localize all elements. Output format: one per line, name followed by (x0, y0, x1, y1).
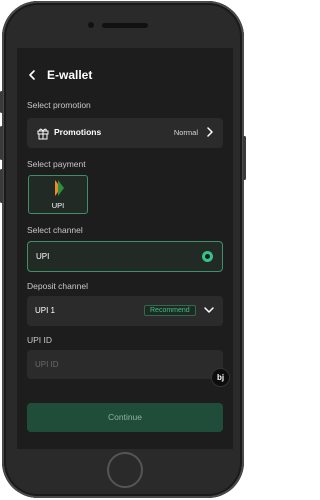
payment-option-upi[interactable]: UPI (28, 175, 88, 214)
upi-id-input[interactable]: UPI ID (27, 350, 223, 379)
select-channel-label: Select channel (27, 225, 83, 235)
phone-side-button (0, 91, 3, 113)
phone-frame: E-wallet Select promotion Promotions Nor… (0, 1, 246, 498)
deposit-channel-dropdown[interactable]: UPI 1 Recommend (27, 296, 223, 326)
deposit-channel-value: UPI 1 (35, 306, 56, 315)
upi-id-placeholder: UPI ID (35, 360, 59, 369)
recommend-badge: Recommend (144, 305, 196, 316)
channel-option-upi[interactable]: UPI (27, 241, 223, 272)
promotion-label: Promotions (54, 127, 102, 137)
channel-label: UPI (36, 252, 50, 261)
gift-icon (36, 126, 50, 140)
radio-selected-icon[interactable] (202, 251, 213, 262)
speaker-grille (102, 23, 148, 28)
promotion-value: Normal (173, 128, 198, 137)
app-screen: E-wallet Select promotion Promotions Nor… (17, 48, 233, 449)
home-button[interactable] (107, 452, 143, 488)
chevron-down-icon (203, 303, 215, 320)
phone-volume-down-button (0, 169, 3, 203)
payment-option-label: UPI (51, 201, 65, 210)
select-payment-label: Select payment (27, 159, 86, 169)
phone-volume-up-button (0, 126, 3, 160)
chevron-left-icon[interactable] (27, 66, 41, 84)
upi-id-label: UPI ID (27, 335, 53, 345)
deposit-channel-label: Deposit channel (27, 281, 88, 291)
page-title: E-wallet (47, 68, 93, 82)
promotion-selector[interactable]: Promotions Normal (27, 118, 223, 148)
header: E-wallet (17, 66, 233, 84)
select-promotion-label: Select promotion (27, 100, 91, 110)
chevron-right-icon (206, 125, 214, 142)
phone-power-button (243, 136, 246, 180)
upi-logo-icon (53, 180, 65, 197)
continue-button[interactable]: Continue (27, 403, 223, 432)
camera-icon (88, 22, 94, 28)
brand-logo-badge[interactable]: bj (211, 368, 230, 387)
